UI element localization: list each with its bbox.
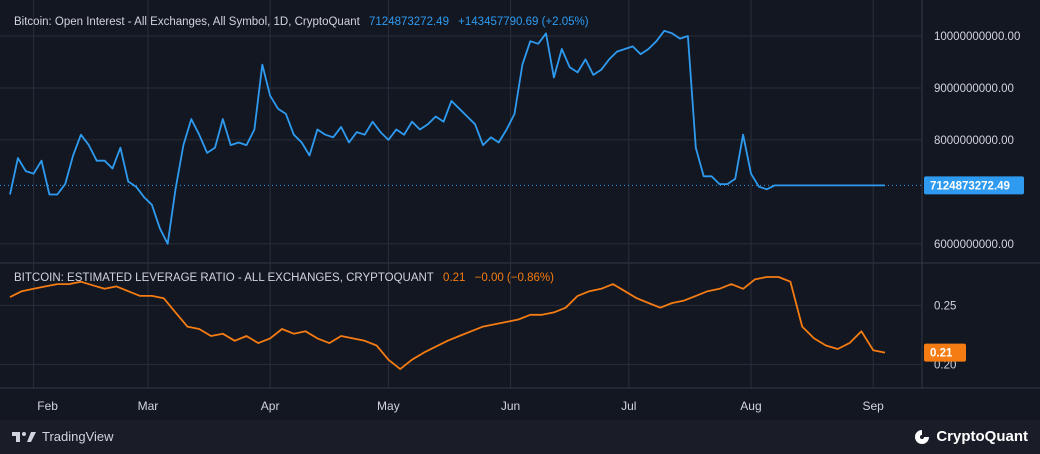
x-tick-label: Sep <box>862 399 884 413</box>
open-interest-y-tick-label: 9000000000.00 <box>934 83 1014 95</box>
leverage-ratio-legend: BITCOIN: ESTIMATED LEVERAGE RATIO - ALL … <box>14 272 560 284</box>
open-interest-change: +143457790.69 (+2.05%) <box>458 16 589 28</box>
leverage-ratio-title: BITCOIN: ESTIMATED LEVERAGE RATIO - ALL … <box>14 272 434 284</box>
x-tick-label: Aug <box>740 399 761 413</box>
leverage-ratio-y-tick-label: 0.25 <box>934 300 956 312</box>
open-interest-y-tick-label: 8000000000.00 <box>934 135 1014 147</box>
tradingview-icon <box>12 432 36 442</box>
x-tick-label: Apr <box>261 399 280 413</box>
chart-area[interactable]: Feb Mar Apr May Jun Jul Aug Sep 10000000000.00 90… <box>0 0 1040 420</box>
open-interest-value: 7124873272.49 <box>369 16 449 28</box>
cryptoquant-logo[interactable]: CryptoQuant <box>913 428 1028 445</box>
leverage-ratio-change: −0.00 (−0.86%) <box>474 272 554 284</box>
open-interest-y-tick-label: 6000000000.00 <box>934 239 1014 251</box>
x-tick-label: May <box>377 399 400 413</box>
leverage-ratio-series-line <box>9 276 886 371</box>
leverage-ratio-last-value-label: 0.21 <box>930 348 953 360</box>
cryptoquant-label: CryptoQuant <box>936 428 1028 445</box>
open-interest-last-value-label: 7124873272.49 <box>930 180 1010 192</box>
chart-canvas[interactable]: Feb Mar Apr May Jun Jul Aug Sep 10000000000.00 90… <box>0 0 1040 420</box>
x-tick-label: Jul <box>621 399 636 413</box>
cryptoquant-icon <box>915 429 930 444</box>
footer: TradingView CryptoQuant <box>0 420 1040 454</box>
open-interest-title: Bitcoin: Open Interest - All Exchanges, … <box>14 16 360 28</box>
tradingview-label: TradingView <box>42 428 114 444</box>
x-tick-label: Mar <box>138 399 159 413</box>
open-interest-series-line <box>9 29 885 245</box>
tradingview-logo[interactable]: TradingView <box>12 428 114 444</box>
open-interest-legend: Bitcoin: Open Interest - All Exchanges, … <box>14 16 595 28</box>
leverage-ratio-value: 0.21 <box>443 272 466 284</box>
x-tick-label: Jun <box>501 399 520 413</box>
x-tick-label: Feb <box>37 399 58 413</box>
open-interest-y-tick-label: 10000000000.00 <box>934 31 1020 43</box>
